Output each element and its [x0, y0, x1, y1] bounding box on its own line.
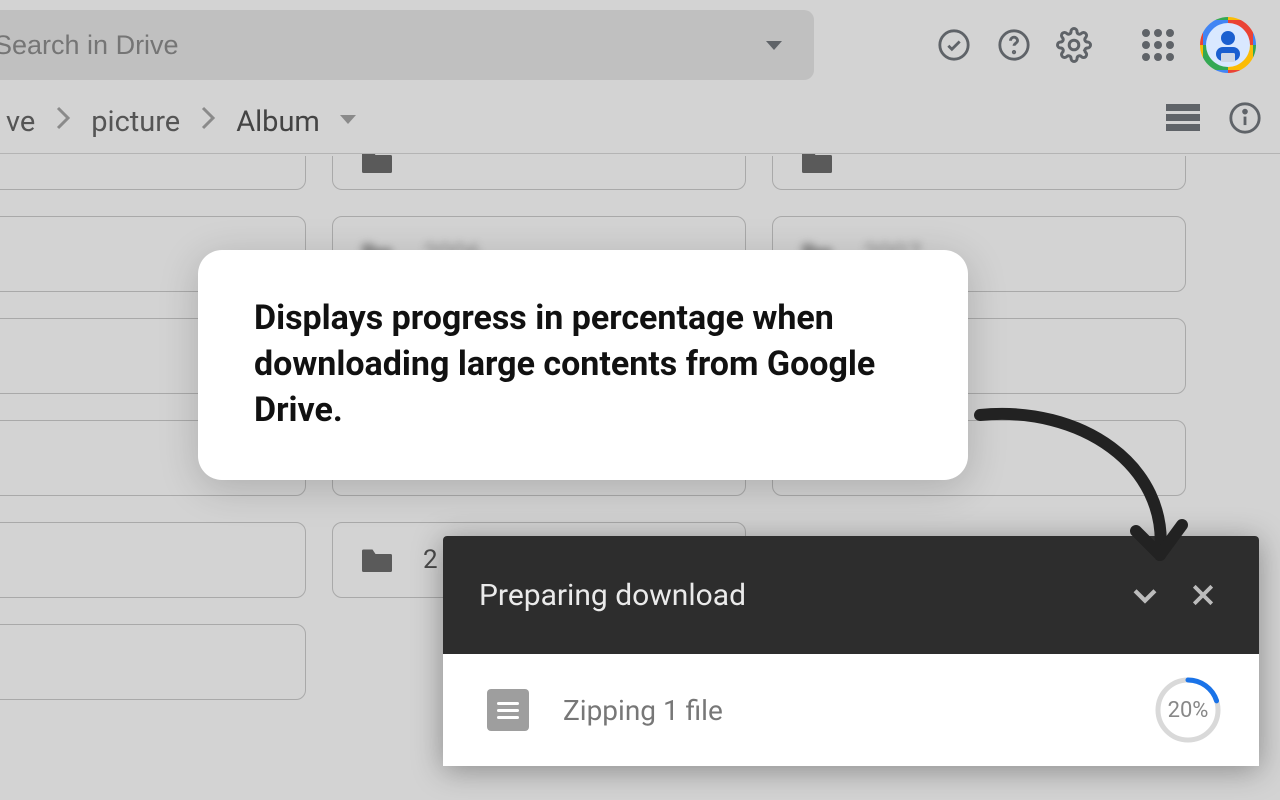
toast-title: Preparing download [479, 578, 746, 613]
search-options-caret-icon[interactable] [766, 41, 782, 50]
topbar [0, 0, 1280, 90]
list-view-icon[interactable] [1166, 104, 1200, 140]
chevron-right-icon [186, 105, 230, 139]
account-avatar[interactable] [1200, 17, 1256, 73]
toast-body: Zipping 1 file 20% [443, 654, 1259, 766]
collapse-toast-icon[interactable] [1125, 575, 1165, 615]
folder-card[interactable]: 2018 [0, 624, 306, 700]
file-icon [487, 689, 529, 731]
folder-card[interactable] [332, 156, 746, 190]
breadcrumb: ve picture Album [0, 90, 1280, 154]
chevron-right-icon [41, 105, 85, 139]
folder-label: 2 [423, 545, 438, 575]
progress-ring: 20% [1153, 675, 1223, 745]
topbar-actions [936, 17, 1260, 73]
toast-body-text: Zipping 1 file [563, 694, 723, 727]
close-toast-icon[interactable] [1183, 575, 1223, 615]
annotation-callout: Displays progress in percentage when dow… [198, 250, 968, 480]
settings-gear-icon[interactable] [1056, 27, 1092, 63]
search-input[interactable] [0, 30, 766, 61]
callout-text: Displays progress in percentage when dow… [254, 298, 875, 430]
info-icon[interactable] [1228, 101, 1262, 143]
ready-offline-icon[interactable] [936, 27, 972, 63]
progress-percent-label: 20% [1153, 675, 1223, 745]
folder-card[interactable] [0, 156, 306, 190]
toast-header: Preparing download [443, 536, 1259, 654]
help-icon[interactable] [996, 27, 1032, 63]
download-toast: Preparing download Zipping 1 file 20% [443, 536, 1259, 766]
breadcrumb-item-current[interactable]: Album [230, 105, 326, 139]
folder-card[interactable]: 2015 [0, 522, 306, 598]
searchbox[interactable] [0, 10, 814, 80]
breadcrumb-item[interactable]: picture [85, 105, 186, 139]
breadcrumb-caret-icon[interactable] [340, 115, 356, 124]
breadcrumb-item[interactable]: ve [0, 105, 41, 139]
apps-grid-icon[interactable] [1140, 27, 1176, 63]
folder-card[interactable] [772, 156, 1186, 190]
